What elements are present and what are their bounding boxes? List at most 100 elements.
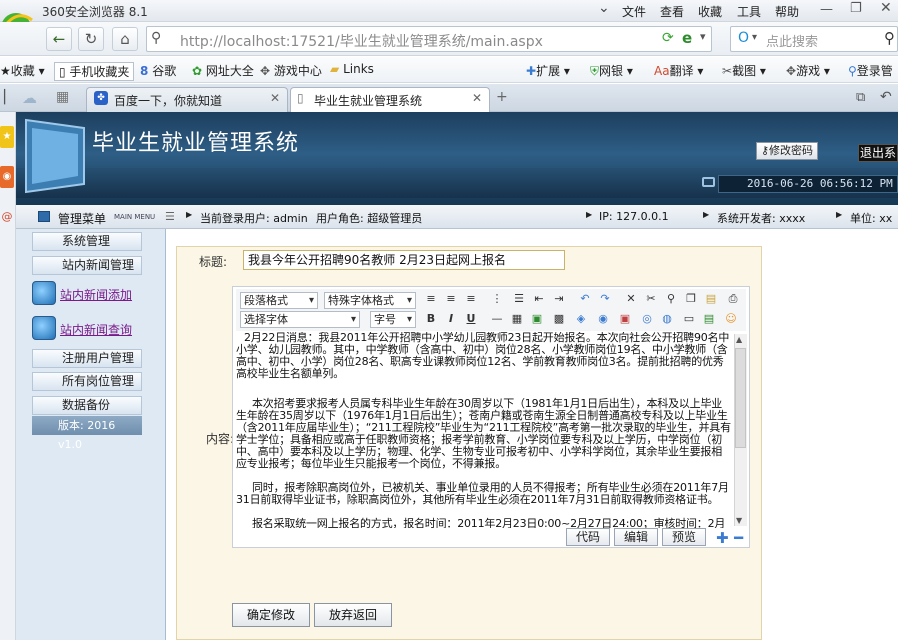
maximize-icon[interactable]: ❐ bbox=[850, 1, 862, 16]
favorites-star-icon[interactable]: ★ bbox=[0, 126, 14, 148]
ordered-list-icon[interactable]: ⋮ bbox=[490, 292, 504, 306]
security-shield-icon[interactable]: ⚲ bbox=[151, 30, 161, 46]
cut-icon[interactable]: ✂ bbox=[644, 292, 658, 306]
menu-help[interactable]: 帮助 bbox=[775, 3, 799, 20]
loading-icon: ⟳ bbox=[662, 30, 674, 46]
refresh-button[interactable]: ↻ bbox=[78, 27, 104, 51]
align-left-icon[interactable]: ≡ bbox=[424, 292, 438, 306]
weibo-icon[interactable]: ◉ bbox=[0, 166, 14, 188]
tab-system-label: 毕业生就业管理系统 bbox=[314, 94, 423, 108]
insert-object-icon[interactable]: ▣ bbox=[618, 312, 632, 326]
insert-special-icon[interactable]: ◈ bbox=[574, 312, 588, 326]
special-font-select[interactable]: 特殊字体格式 bbox=[324, 292, 416, 309]
fav-mobile[interactable]: ▯ 手机收藏夹 bbox=[54, 62, 135, 81]
copy-icon[interactable]: ❐ bbox=[684, 292, 698, 306]
sidebar-toggle-icon[interactable]: ▏ bbox=[4, 90, 14, 105]
fav-login[interactable]: ⚲登录管 bbox=[848, 62, 893, 79]
insert-media-icon[interactable]: ▩ bbox=[552, 312, 566, 326]
sidebar-item-backup[interactable]: 数据备份 bbox=[32, 396, 142, 415]
scroll-up-icon[interactable]: ▲ bbox=[736, 335, 742, 344]
undo-icon[interactable]: ↶ bbox=[578, 292, 592, 306]
cloud-icon[interactable]: ☁ bbox=[22, 89, 37, 107]
edit-mode-button[interactable]: 编辑 bbox=[614, 528, 658, 546]
code-mode-button[interactable]: 代码 bbox=[566, 528, 610, 546]
indent-icon[interactable]: ⇥ bbox=[552, 292, 566, 306]
outdent-icon[interactable]: ⇤ bbox=[532, 292, 546, 306]
bold-icon[interactable]: B bbox=[424, 312, 438, 326]
sidebar-link-news-query[interactable]: 站内新闻查询 bbox=[60, 321, 132, 338]
paste-icon[interactable]: ▤ bbox=[704, 292, 718, 306]
menu-view[interactable]: 查看 bbox=[660, 3, 684, 20]
minimize-icon[interactable]: — bbox=[820, 2, 833, 17]
search-icon[interactable]: ⚲ bbox=[884, 29, 895, 47]
paragraph-format-select[interactable]: 段落格式 bbox=[240, 292, 318, 309]
emoticon-icon[interactable]: ☺ bbox=[724, 312, 738, 326]
ie-mode-icon[interactable]: e bbox=[682, 29, 692, 47]
window-menu-chevron-icon[interactable]: ⌄ bbox=[598, 0, 610, 16]
align-center-icon[interactable]: ≡ bbox=[444, 292, 458, 306]
fav-collect[interactable]: ★收藏 ▾ bbox=[0, 62, 45, 79]
delete-icon[interactable]: ✕ bbox=[624, 292, 638, 306]
save-button[interactable]: 确定修改 bbox=[232, 603, 310, 627]
developer: 系统开发者: xxxx bbox=[717, 212, 806, 225]
menu-collapse-icon[interactable]: ☰ bbox=[165, 210, 175, 223]
sidebar-item-jobs[interactable]: 所有岗位管理 bbox=[32, 372, 142, 391]
print-icon[interactable]: ⎙ bbox=[726, 292, 740, 306]
fav-translate[interactable]: Aa翻译 ▾ bbox=[654, 62, 703, 79]
tab-baidu-close-icon[interactable]: ✕ bbox=[270, 91, 280, 105]
undo-close-icon[interactable]: ↶ bbox=[880, 89, 892, 105]
horizontal-rule-icon[interactable]: — bbox=[490, 312, 504, 326]
search-engine-icon[interactable]: O bbox=[738, 30, 749, 46]
insert-form-icon[interactable]: ▭ bbox=[682, 312, 696, 326]
insert-flash-icon[interactable]: ◉ bbox=[596, 312, 610, 326]
insert-link-icon[interactable]: ◎ bbox=[640, 312, 654, 326]
menu-file[interactable]: 文件 bbox=[622, 3, 646, 20]
sidebar-item-news[interactable]: 站内新闻管理 bbox=[32, 256, 142, 275]
underline-icon[interactable]: U bbox=[464, 312, 478, 326]
insert-image-icon[interactable]: ▣ bbox=[530, 312, 544, 326]
mail-icon[interactable]: @ bbox=[0, 206, 14, 228]
fav-game-center[interactable]: ✥ 游戏中心 bbox=[260, 62, 322, 79]
close-window-icon[interactable]: ✕ bbox=[880, 0, 892, 16]
insert-date-icon[interactable]: ▤ bbox=[702, 312, 716, 326]
home-button[interactable]: ⌂ bbox=[112, 27, 138, 51]
search-engine-dropdown-icon[interactable]: ▾ bbox=[752, 32, 757, 43]
fav-screenshot[interactable]: ✂截图 ▾ bbox=[722, 62, 766, 79]
fav-hao[interactable]: ✿ 网址大全 bbox=[192, 62, 254, 79]
preview-mode-button[interactable]: 预览 bbox=[662, 528, 706, 546]
trash-icon[interactable]: ▦ bbox=[56, 89, 69, 105]
logout-button[interactable]: 退出系 bbox=[858, 144, 898, 162]
unlink-icon[interactable]: ◍ bbox=[660, 312, 674, 326]
address-dropdown-icon[interactable]: ▾ bbox=[700, 30, 706, 43]
redo-icon[interactable]: ↷ bbox=[598, 292, 612, 306]
shrink-editor-icon[interactable]: ━ bbox=[734, 531, 743, 546]
align-right-icon[interactable]: ≡ bbox=[464, 292, 478, 306]
insert-table-icon[interactable]: ▦ bbox=[510, 312, 524, 326]
fav-games[interactable]: ✥游戏 ▾ bbox=[786, 62, 830, 79]
expand-editor-icon[interactable]: ✚ bbox=[716, 531, 729, 546]
sidebar-item-system[interactable]: 系统管理 bbox=[32, 232, 142, 251]
editor-content[interactable]: 2月22日消息：我县2011年公开招聘中小学幼儿园教师23日起开始报名。本次向社… bbox=[236, 332, 732, 528]
back-button[interactable]: ← bbox=[46, 27, 72, 51]
scroll-down-icon[interactable]: ▼ bbox=[736, 516, 742, 525]
sidebar-item-users[interactable]: 注册用户管理 bbox=[32, 349, 142, 368]
fav-google[interactable]: 8 谷歌 bbox=[140, 62, 176, 79]
font-family-select[interactable]: 选择字体 bbox=[240, 311, 360, 328]
italic-icon[interactable]: I bbox=[444, 312, 458, 326]
fav-extensions[interactable]: ✚扩展 ▾ bbox=[526, 62, 570, 79]
menu-favorites[interactable]: 收藏 bbox=[698, 3, 722, 20]
cancel-button[interactable]: 放弃返回 bbox=[314, 603, 392, 627]
editor-scroll-thumb[interactable] bbox=[735, 348, 746, 448]
menu-tools[interactable]: 工具 bbox=[737, 3, 761, 20]
fav-bank[interactable]: ⛨网银 ▾ bbox=[590, 62, 633, 79]
sidebar-link-news-add[interactable]: 站内新闻添加 bbox=[60, 286, 132, 303]
unordered-list-icon[interactable]: ☰ bbox=[512, 292, 526, 306]
new-tab-icon[interactable]: + bbox=[496, 89, 508, 105]
tab-system-close-icon[interactable]: ✕ bbox=[472, 91, 482, 105]
fav-links[interactable]: ▰ Links bbox=[330, 62, 374, 76]
title-input[interactable]: 我县今年公开招聘90名教师 2月23日起网上报名 bbox=[243, 250, 565, 270]
tab-restore-icon[interactable]: ⧉ bbox=[856, 90, 865, 105]
font-size-select[interactable]: 字号 bbox=[370, 311, 416, 328]
change-password-button[interactable]: ⚷修改密码 bbox=[756, 142, 818, 160]
find-icon[interactable]: ⚲ bbox=[664, 292, 678, 306]
